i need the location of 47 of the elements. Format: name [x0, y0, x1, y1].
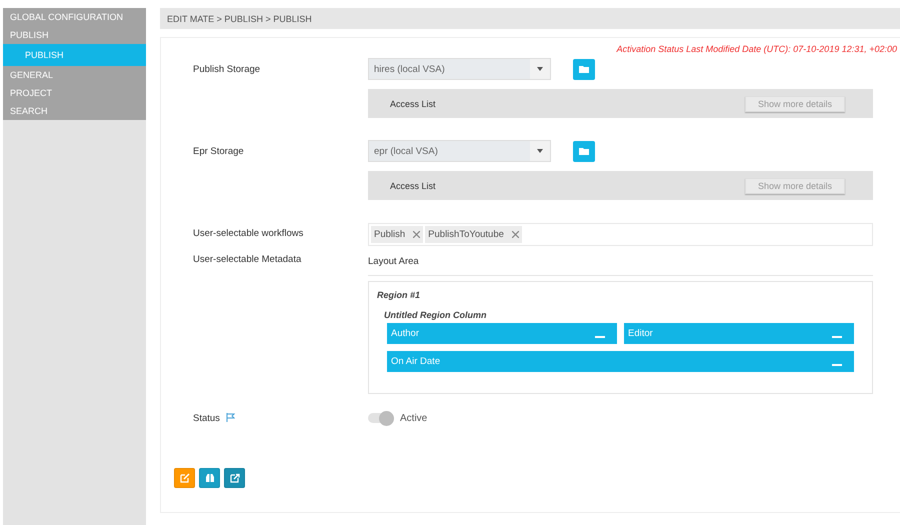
caret-icon: [530, 141, 550, 161]
column-title: Untitled Region Column: [384, 310, 488, 320]
sidebar-item[interactable]: PROJECT: [3, 84, 146, 102]
caret-icon: [530, 59, 550, 79]
remove-icon[interactable]: [512, 231, 519, 238]
flag-icon: [226, 413, 235, 422]
minimize-icon[interactable]: [832, 336, 842, 339]
layout-area-title: Layout Area: [368, 246, 873, 276]
status-label: Status: [193, 413, 220, 424]
breadcrumb: EDIT MATE > PUBLISH > PUBLISH: [160, 8, 900, 29]
sidebar-item[interactable]: GLOBAL CONFIGURATION: [3, 8, 146, 26]
folder-button[interactable]: [573, 58, 595, 80]
access-list-label: Access List: [390, 180, 436, 190]
activation-note: Activation Status Last Modified Date (UTC): 07-10-2019 12:31, +02:00: [616, 44, 897, 54]
sidebar-item[interactable]: SEARCH: [3, 102, 146, 120]
remove-icon[interactable]: [413, 231, 420, 238]
workflows-field[interactable]: Publish PublishToYoutube: [368, 223, 873, 246]
workflow-tag: Publish: [371, 226, 424, 243]
open-button[interactable]: [224, 468, 245, 488]
minimize-icon[interactable]: [595, 336, 605, 339]
external-link-icon: [230, 473, 240, 483]
sidebar-item[interactable]: PUBLISH: [3, 44, 146, 66]
field-label: User-selectable workflows: [193, 227, 304, 241]
sidebar-item[interactable]: GENERAL: [3, 66, 146, 84]
minimize-icon[interactable]: [832, 364, 842, 367]
sidebar-item[interactable]: PUBLISH: [3, 26, 146, 44]
toggle-label: Active: [400, 412, 428, 424]
workflow-tag: PublishToYoutube: [425, 226, 522, 243]
binoculars-icon: [204, 473, 214, 483]
field-label: Epr Storage: [193, 145, 245, 159]
edit-button[interactable]: [174, 468, 195, 488]
storage-select[interactable]: epr (local VSA): [368, 140, 551, 162]
folder-button[interactable]: [573, 140, 595, 162]
find-button[interactable]: [199, 468, 220, 488]
folder-icon: [579, 147, 589, 155]
region-title: Region #1: [377, 290, 422, 300]
access-list-label: Access List: [390, 98, 436, 108]
show-details-button[interactable]: Show more details: [745, 96, 845, 112]
storage-select[interactable]: hires (local VSA): [368, 58, 551, 80]
folder-icon: [579, 65, 589, 73]
metadata-field[interactable]: Author: [387, 323, 617, 344]
field-label: Publish Storage: [193, 63, 262, 77]
field-label: User-selectable Metadata: [193, 253, 302, 267]
show-details-button[interactable]: Show more details: [745, 178, 845, 194]
metadata-field[interactable]: Editor: [624, 323, 854, 344]
edit-icon: [180, 473, 190, 483]
metadata-field[interactable]: On Air Date: [387, 351, 854, 372]
